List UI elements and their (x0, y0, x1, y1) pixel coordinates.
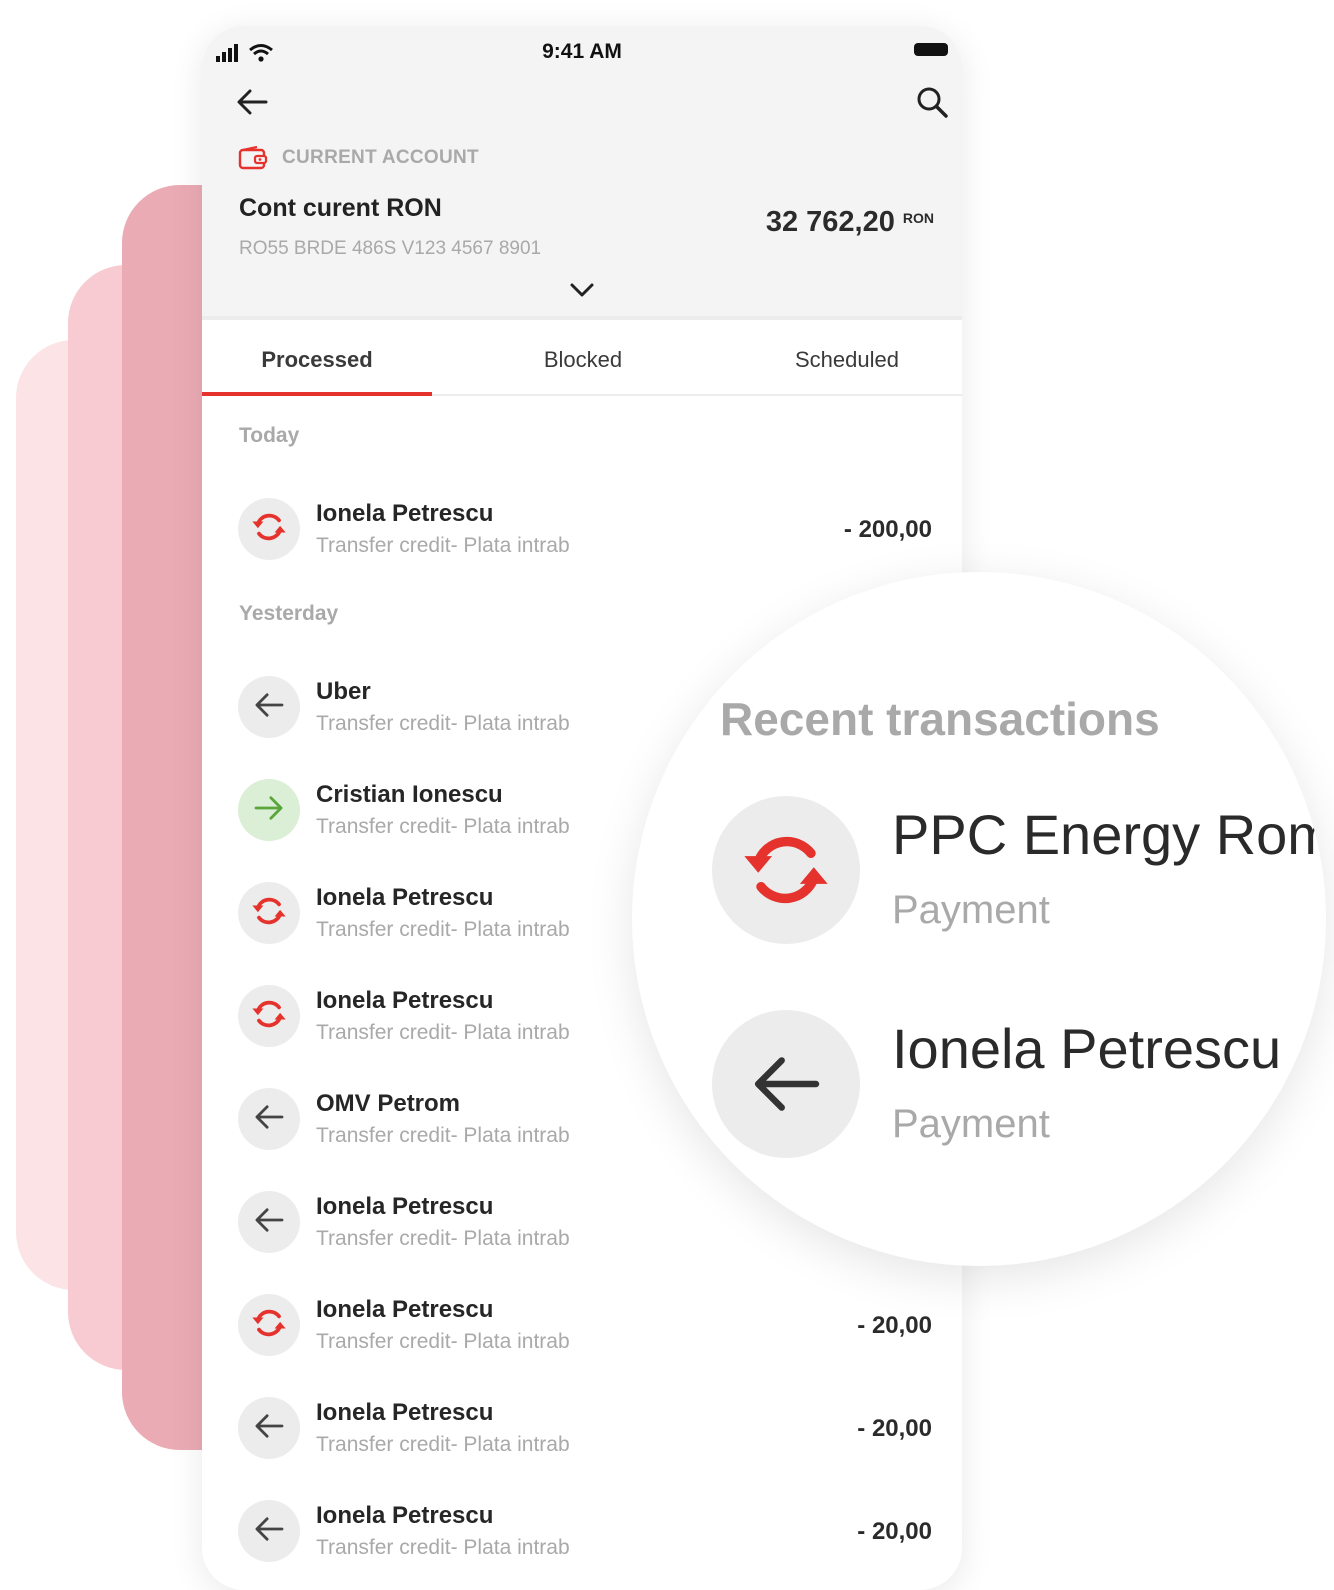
arrow-left-icon (253, 1104, 285, 1135)
transaction-avatar (238, 498, 300, 560)
transaction-name: Ionela Petrescu (316, 1502, 494, 1529)
section-today: Today (239, 424, 300, 447)
arrow-right-icon (253, 795, 285, 826)
transaction-avatar (238, 779, 300, 841)
magnifier-item[interactable]: PPC Energy Rom Payment (712, 796, 1326, 946)
arrow-left-icon (253, 1207, 285, 1238)
transaction-avatar (238, 676, 300, 738)
transaction-name: Ionela Petrescu (316, 500, 494, 527)
transaction-description: Transfer credit- Plata intrab (316, 918, 570, 941)
transaction-row[interactable]: Ionela Petrescu Transfer credit- Plata in… (202, 1492, 962, 1572)
transaction-name: Uber (316, 678, 371, 705)
account-kind: CURRENT ACCOUNT (238, 146, 479, 170)
transaction-name: Ionela Petrescu (316, 884, 494, 911)
transaction-avatar (238, 1088, 300, 1150)
tab-processed[interactable]: Processed (202, 324, 432, 396)
transaction-row[interactable]: Ionela Petrescu Transfer credit- Plata in… (202, 490, 962, 570)
transaction-amount: - 20,00 (857, 1518, 932, 1545)
battery-icon (914, 43, 948, 56)
exchange-icon (744, 836, 828, 904)
transaction-description: Transfer credit- Plata intrab (316, 1227, 570, 1250)
transaction-description: Transfer credit- Plata intrab (316, 1536, 570, 1559)
balance-amount: 32 762,20 (765, 206, 895, 238)
arrow-left-icon (253, 1516, 285, 1547)
magnifier-item-name: PPC Energy Rom (892, 803, 1326, 866)
magnifier-title: Recent transactions (720, 693, 1160, 745)
transaction-description: Transfer credit- Plata intrab (316, 1124, 570, 1147)
tab-scheduled[interactable]: Scheduled (732, 324, 962, 396)
transaction-avatar (238, 1397, 300, 1459)
account-kind-label: CURRENT ACCOUNT (282, 147, 479, 168)
magnifier-item-name: Ionela Petrescu (892, 1017, 1282, 1080)
transaction-avatar (238, 1500, 300, 1562)
transaction-amount: - 200,00 (843, 516, 932, 543)
transaction-name: Cristian Ionescu (316, 781, 503, 808)
status-bar: 9:41 AM (202, 26, 962, 76)
transaction-name: Ionela Petrescu (316, 987, 494, 1014)
transaction-avatar (238, 985, 300, 1047)
exchange-icon (249, 507, 289, 552)
transaction-avatar (238, 882, 300, 944)
transaction-avatar (238, 1294, 300, 1356)
transaction-name: Ionela Petrescu (316, 1399, 494, 1426)
transaction-description: Transfer credit- Plata intrab (316, 712, 570, 735)
transaction-description: Transfer credit- Plata intrab (316, 1330, 570, 1353)
balance-currency: RON (902, 210, 934, 226)
transaction-name: Ionela Petrescu (316, 1296, 494, 1323)
magnifier-callout: Recent transactions PPC Energy Rom Payme… (632, 572, 1326, 1266)
expand-account-button[interactable] (560, 268, 604, 312)
stage: 9:41 AM CURRENT ACCOUNT Cont curent RON … (0, 0, 1334, 1590)
transaction-description: Transfer credit- Plata intrab (316, 534, 570, 557)
account-name: Cont curent RON (239, 194, 442, 222)
transaction-description: Transfer credit- Plata intrab (316, 1433, 570, 1456)
magnifier-avatar (712, 1010, 860, 1158)
magnifier-item[interactable]: Ionela Petrescu Payment (712, 1010, 1326, 1160)
active-tab-indicator (202, 392, 432, 396)
back-button[interactable] (230, 80, 274, 124)
transaction-tabs: Processed Blocked Scheduled (202, 324, 962, 396)
transaction-row[interactable]: Ionela Petrescu Transfer credit- Plata in… (202, 1389, 962, 1469)
wallet-icon (238, 146, 268, 170)
exchange-icon (249, 994, 289, 1039)
magnifier-item-desc: Payment (892, 888, 1050, 932)
chevron-down-icon (570, 283, 594, 297)
search-button[interactable] (910, 80, 954, 124)
transaction-row[interactable]: Ionela Petrescu Transfer credit- Plata in… (202, 1286, 962, 1366)
status-time: 9:41 AM (542, 40, 622, 63)
account-iban: RO55 BRDE 486S V123 4567 8901 (239, 238, 542, 259)
arrow-left-icon (237, 89, 268, 115)
search-icon (917, 87, 948, 118)
section-yesterday: Yesterday (239, 602, 339, 625)
account-header: 9:41 AM CURRENT ACCOUNT Cont curent RON … (202, 26, 962, 320)
arrow-left-icon (253, 692, 285, 723)
transaction-avatar (238, 1191, 300, 1253)
transaction-description: Transfer credit- Plata intrab (316, 1021, 570, 1044)
transaction-description: Transfer credit- Plata intrab (316, 815, 570, 838)
account-balance: 32 762,20 RON (766, 206, 934, 239)
arrow-left-icon (754, 1057, 820, 1111)
transaction-name: OMV Petrom (316, 1090, 461, 1117)
tab-blocked[interactable]: Blocked (468, 324, 698, 396)
exchange-icon (249, 891, 289, 936)
arrow-left-icon (253, 1413, 285, 1444)
transaction-amount: - 20,00 (857, 1415, 932, 1442)
exchange-icon (249, 1303, 289, 1348)
magnifier-item-desc: Payment (892, 1102, 1050, 1146)
magnifier-avatar (712, 796, 860, 944)
transaction-name: Ionela Petrescu (316, 1193, 494, 1220)
transaction-amount: - 20,00 (857, 1312, 932, 1339)
